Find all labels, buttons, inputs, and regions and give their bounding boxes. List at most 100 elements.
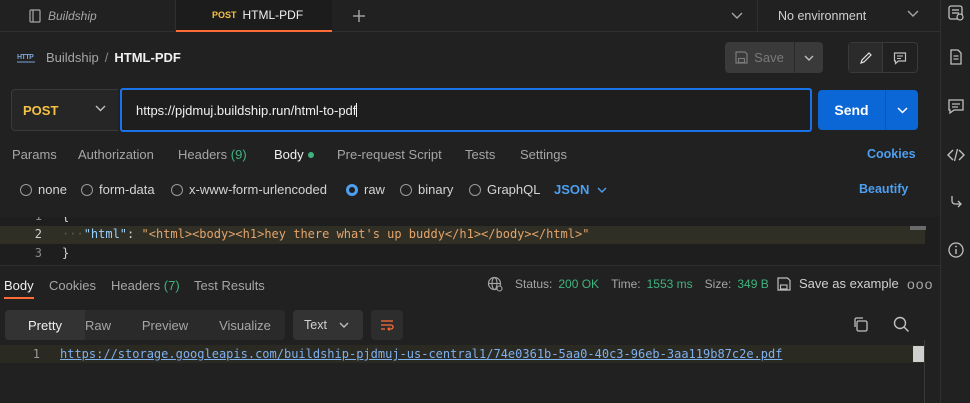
- send-button[interactable]: Send: [818, 90, 886, 130]
- radio-form-data[interactable]: form-data: [81, 182, 155, 197]
- line-number: 3: [34, 246, 42, 260]
- beautify-link[interactable]: Beautify: [859, 182, 908, 196]
- radio-label: x-www-form-urlencoded: [189, 182, 327, 197]
- tab-tests[interactable]: Tests: [465, 147, 495, 162]
- tab-html-pdf[interactable]: POST HTML-PDF: [176, 0, 332, 32]
- view-toggle-group: [848, 42, 918, 73]
- related-collections-icon[interactable]: [947, 193, 965, 211]
- more-options-icon[interactable]: ooo: [907, 276, 933, 292]
- radio-label: form-data: [99, 182, 155, 197]
- response-headers-count: (7): [163, 278, 180, 293]
- chevron-down-icon: [731, 12, 743, 19]
- format-pretty[interactable]: Pretty: [5, 310, 85, 340]
- radio-binary[interactable]: binary: [400, 182, 453, 197]
- wrap-lines-icon: [381, 320, 394, 331]
- time-value[interactable]: 1553 ms: [647, 277, 693, 291]
- radio-none[interactable]: none: [20, 182, 67, 197]
- radio-urlencoded[interactable]: x-www-form-urlencoded: [171, 182, 327, 197]
- tabs-dropdown-button[interactable]: [720, 2, 754, 30]
- request-body-editor[interactable]: 1 { 2 ···"html": "<html><body><h1>hey th…: [0, 217, 940, 265]
- tab-params[interactable]: Params: [12, 147, 57, 162]
- response-type-select[interactable]: Text: [293, 310, 363, 340]
- format-raw[interactable]: Raw: [85, 310, 111, 340]
- save-icon: [777, 276, 791, 291]
- environment-quicklook-icon[interactable]: [947, 4, 965, 22]
- response-status-bar: Status: 200 OK Time: 1553 ms Size: 349 B: [487, 276, 769, 292]
- send-button-group: Send: [818, 90, 918, 130]
- code-snippet-icon[interactable]: [947, 146, 965, 164]
- globe-icon[interactable]: [487, 276, 503, 292]
- code-line-active: 2 ···"html": "<html><body><h1>hey there …: [0, 226, 925, 244]
- line-number: 1: [32, 347, 40, 361]
- environment-label: No environment: [778, 9, 867, 23]
- text-cursor: [356, 103, 358, 117]
- tab-headers[interactable]: Headers (9): [178, 147, 247, 162]
- tab-body[interactable]: Body: [274, 147, 314, 162]
- edit-button[interactable]: [849, 43, 884, 72]
- response-link[interactable]: https://storage.googleapis.com/buildship…: [60, 347, 782, 361]
- info-icon[interactable]: [947, 241, 965, 259]
- comment-icon: [893, 51, 907, 65]
- size-value[interactable]: 349 B: [737, 277, 768, 291]
- method-select[interactable]: POST: [11, 89, 118, 131]
- body-format-select[interactable]: JSON: [554, 182, 607, 197]
- line-number: 2: [34, 227, 42, 241]
- save-options-button[interactable]: [795, 42, 823, 73]
- format-visualize[interactable]: Visualize: [219, 310, 271, 340]
- tab-prerequest-script[interactable]: Pre-request Script: [337, 147, 442, 162]
- wrap-lines-button[interactable]: [371, 310, 403, 340]
- radio-circle: [81, 183, 93, 196]
- tab-authorization[interactable]: Authorization: [78, 147, 154, 162]
- radio-graphql[interactable]: GraphQL: [469, 182, 540, 197]
- comments-button[interactable]: [883, 43, 917, 72]
- active-tab-indicator: [4, 297, 34, 299]
- save-as-example-label: Save as example: [799, 276, 899, 291]
- breadcrumb-separator: /: [104, 50, 109, 65]
- cookies-link[interactable]: Cookies: [867, 147, 916, 161]
- tab-buildship[interactable]: Buildship: [10, 0, 176, 32]
- json-key: "html": [83, 227, 128, 241]
- pencil-icon: [859, 51, 872, 64]
- response-tab-cookies[interactable]: Cookies: [49, 278, 96, 293]
- search-response-button[interactable]: [893, 316, 910, 333]
- radio-label: GraphQL: [487, 182, 541, 197]
- save-as-example-button[interactable]: Save as example: [777, 276, 899, 291]
- radio-circle: [20, 183, 32, 196]
- indent-guide: ···: [62, 227, 84, 241]
- new-tab-button[interactable]: [343, 4, 375, 28]
- line-number: 1: [20, 217, 42, 223]
- tab-settings[interactable]: Settings: [520, 147, 567, 162]
- response-tab-body[interactable]: Body: [4, 278, 34, 293]
- page-title[interactable]: HTML-PDF: [114, 50, 180, 65]
- chevron-down-icon: [804, 55, 814, 61]
- response-gutter-line: [924, 340, 925, 403]
- copy-icon: [854, 317, 868, 332]
- send-options-button[interactable]: [886, 90, 918, 130]
- chevron-down-icon: [339, 322, 349, 328]
- radio-raw[interactable]: raw: [346, 182, 385, 197]
- search-icon: [893, 316, 910, 333]
- editor-scrollbar[interactable]: [910, 226, 926, 230]
- chevron-down-icon: [597, 187, 607, 193]
- response-tab-test-results[interactable]: Test Results: [194, 278, 265, 293]
- save-icon: [735, 51, 748, 64]
- url-input[interactable]: https://pjdmuj.buildship.run/html-to-pdf: [120, 88, 812, 132]
- body-format-label: JSON: [554, 182, 590, 197]
- documentation-icon[interactable]: [947, 48, 965, 66]
- json-string: "<html><body><h1>hey there what's up bud…: [141, 227, 590, 241]
- save-button-group: Save: [725, 42, 823, 73]
- environment-select[interactable]: No environment: [757, 0, 929, 32]
- code-text: {: [62, 217, 69, 223]
- comments-icon[interactable]: [947, 97, 965, 115]
- response-tab-headers[interactable]: Headers (7): [111, 278, 180, 293]
- tab-label: Buildship: [48, 9, 97, 23]
- status-value[interactable]: 200 OK: [558, 277, 599, 291]
- save-button[interactable]: Save: [725, 42, 795, 73]
- pane-divider[interactable]: [0, 265, 940, 266]
- format-preview[interactable]: Preview: [141, 310, 189, 340]
- tab-body-label: Body: [274, 147, 304, 162]
- copy-response-button[interactable]: [852, 316, 869, 333]
- plus-icon: [353, 10, 365, 22]
- breadcrumb-collection[interactable]: Buildship: [46, 50, 99, 65]
- code-text: }: [62, 246, 70, 260]
